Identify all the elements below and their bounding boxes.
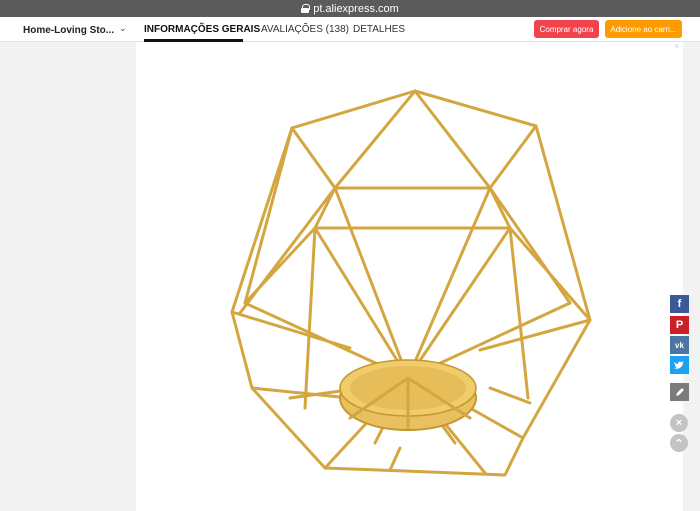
lock-icon xyxy=(301,4,311,13)
chevron-down-icon[interactable]: ⌄ xyxy=(119,23,127,34)
scroll-top-icon[interactable]: ⌃ xyxy=(670,434,688,452)
add-to-cart-button[interactable]: Adicione ao carri... xyxy=(605,20,682,38)
product-nav-bar: Home-Loving Sto... ⌄ INFORMAÇÕES GERAIS … xyxy=(0,17,700,42)
close-circle-icon[interactable]: × xyxy=(670,414,688,432)
browser-url-bar[interactable]: pt.aliexpress.com xyxy=(0,0,700,17)
edit-icon[interactable] xyxy=(670,383,689,401)
twitter-icon[interactable] xyxy=(670,356,689,374)
tab-general-info[interactable]: INFORMAÇÕES GERAIS xyxy=(144,24,260,35)
vk-icon[interactable]: vk xyxy=(670,336,689,354)
buy-now-button[interactable]: Comprar agora xyxy=(534,20,599,38)
facebook-icon[interactable]: f xyxy=(670,295,689,313)
url-text: pt.aliexpress.com xyxy=(313,2,399,15)
product-image[interactable] xyxy=(230,88,595,483)
close-icon[interactable]: × xyxy=(674,41,679,51)
tab-details[interactable]: DETALHES xyxy=(353,24,405,35)
pinterest-icon[interactable]: P xyxy=(670,316,689,334)
tab-reviews[interactable]: AVALIAÇÕES (138) xyxy=(261,24,349,35)
store-name[interactable]: Home-Loving Sto... xyxy=(23,25,114,36)
